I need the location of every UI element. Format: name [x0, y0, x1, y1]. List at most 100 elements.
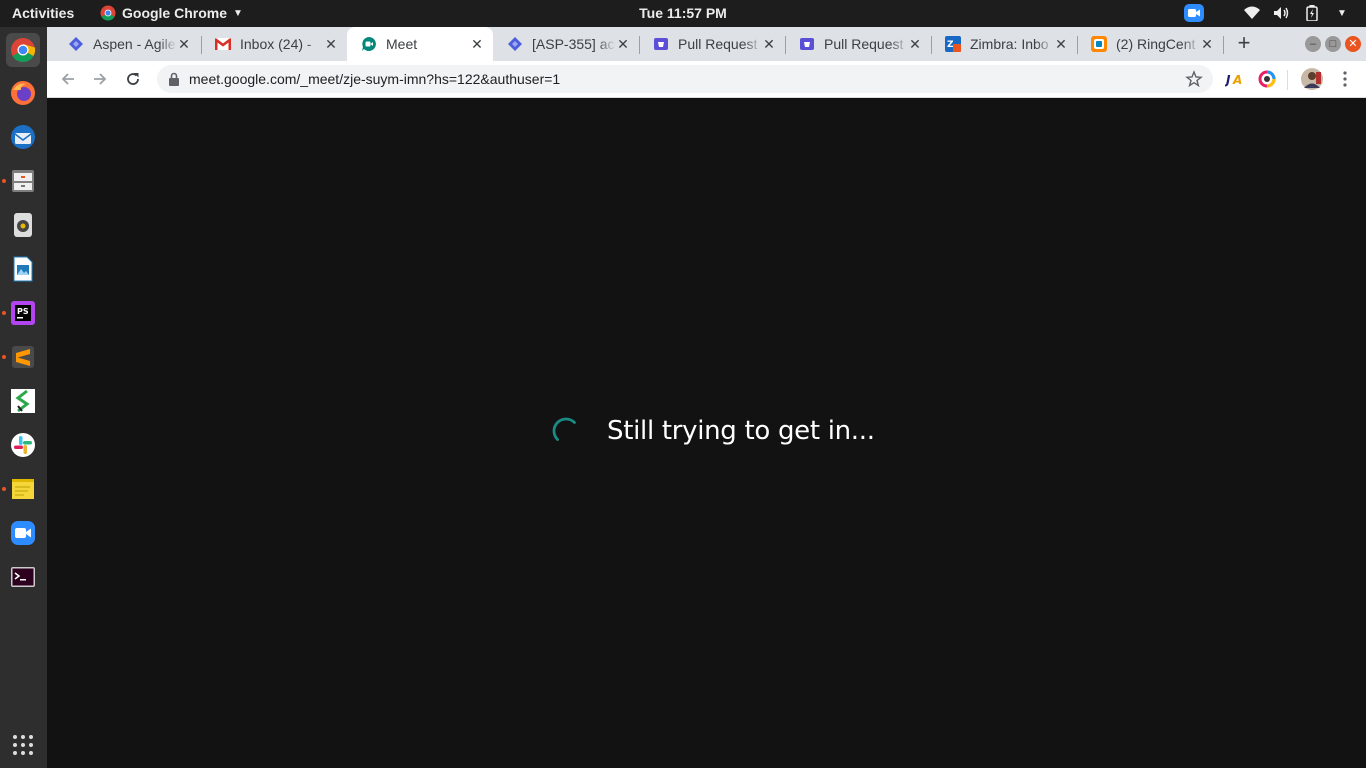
close-icon[interactable]: ✕: [469, 36, 485, 52]
tab-aspen[interactable]: Aspen - Agile ✕: [54, 27, 200, 61]
extension-ja-icon[interactable]: JA: [1223, 67, 1247, 91]
zoom-tray-icon[interactable]: [1184, 3, 1204, 23]
app-logo-icon: [11, 389, 35, 413]
dock-zoom[interactable]: [6, 516, 40, 550]
reload-icon: [127, 73, 139, 85]
close-icon[interactable]: ✕: [1199, 36, 1215, 52]
tab-pull-request-2[interactable]: Pull Request ✕: [785, 27, 931, 61]
dock-thunderbird[interactable]: [6, 120, 40, 154]
document-icon: [13, 256, 33, 282]
zimbra-icon: Z: [945, 36, 961, 52]
jira-icon: [507, 36, 523, 52]
gnome-top-bar: Activities Google Chrome ▼ Tue 11:57 PM …: [0, 0, 1366, 27]
dock-libreoffice-impress[interactable]: [6, 252, 40, 286]
profile-avatar[interactable]: [1300, 67, 1324, 91]
volume-icon[interactable]: [1272, 3, 1292, 23]
dock-app-s[interactable]: [6, 384, 40, 418]
maximize-button[interactable]: □: [1325, 36, 1341, 52]
close-icon[interactable]: ✕: [615, 36, 631, 52]
back-button[interactable]: [56, 67, 80, 91]
tab-pull-request-1[interactable]: Pull Request ✕: [639, 27, 785, 61]
zoom-icon: [11, 521, 35, 545]
address-bar[interactable]: meet.google.com/_meet/zje-suym-imn?hs=12…: [157, 65, 1213, 93]
dock-firefox[interactable]: [6, 76, 40, 110]
tab-title: Meet: [386, 36, 418, 52]
tab-title: Zimbra: Inbo: [970, 36, 1049, 52]
bitbucket-icon: [653, 36, 669, 52]
system-menu-chevron-icon[interactable]: ▼: [1332, 3, 1352, 23]
close-icon[interactable]: ✕: [907, 36, 923, 52]
tab-inbox[interactable]: Inbox (24) - ✕: [201, 27, 347, 61]
app-menu-label: Google Chrome: [122, 5, 228, 21]
forward-button[interactable]: [88, 67, 112, 91]
svg-text:Z: Z: [947, 40, 954, 50]
dock-terminal[interactable]: [6, 560, 40, 594]
sublime-text-icon: [12, 346, 34, 368]
arrow-right-icon: [94, 73, 107, 85]
svg-text:PS: PS: [17, 307, 29, 316]
bitbucket-icon: [799, 36, 815, 52]
ringcentral-icon: [1091, 36, 1107, 52]
arrow-left-icon: [61, 73, 74, 85]
gmail-icon: [215, 36, 231, 52]
tab-strip: Aspen - Agile ✕ Inbox (24) - ✕ Meet ✕ [A…: [47, 27, 1366, 61]
tab-title: (2) RingCent: [1116, 36, 1196, 52]
tab-meet[interactable]: Meet ✕: [347, 27, 493, 61]
close-icon[interactable]: ✕: [176, 36, 192, 52]
more-menu-icon[interactable]: [1333, 67, 1357, 91]
loading-state: Still trying to get in...: [551, 416, 875, 446]
close-window-button[interactable]: ✕: [1345, 36, 1361, 52]
jira-icon: [68, 36, 84, 52]
dock-sublime-text[interactable]: [6, 340, 40, 374]
tab-title: [ASP-355] ac: [532, 36, 615, 52]
thunderbird-icon: [11, 125, 35, 149]
extension-color-ring-icon[interactable]: [1255, 67, 1279, 91]
tab-ringcentral[interactable]: (2) RingCent ✕: [1077, 27, 1223, 61]
chrome-icon: [11, 38, 36, 63]
dock-sticky-notes[interactable]: [6, 472, 40, 506]
reload-button[interactable]: [121, 67, 145, 91]
loading-spinner-icon: [552, 417, 576, 441]
battery-icon[interactable]: [1302, 3, 1322, 23]
system-tray[interactable]: ▼: [1184, 3, 1352, 23]
slack-icon: [11, 433, 35, 457]
status-text: Still trying to get in...: [607, 416, 875, 446]
tab-title: Pull Request: [824, 36, 904, 52]
tab-title: Pull Request: [678, 36, 758, 52]
url-text: meet.google.com/_meet/zje-suym-imn?hs=12…: [189, 71, 561, 87]
dock-rhythmbox[interactable]: [6, 208, 40, 242]
ubuntu-dock: PS: [0, 27, 47, 768]
chevron-down-icon: ▼: [233, 7, 243, 19]
dock-slack[interactable]: [6, 428, 40, 462]
tab-zimbra[interactable]: Z Zimbra: Inbo ✕: [931, 27, 1077, 61]
wifi-icon[interactable]: [1242, 3, 1262, 23]
show-applications-grid-icon[interactable]: [13, 735, 33, 755]
clock[interactable]: Tue 11:57 PM: [639, 5, 727, 21]
minimize-button[interactable]: –: [1305, 36, 1321, 52]
svg-text:A: A: [1232, 73, 1242, 87]
file-cabinet-icon: [12, 170, 34, 192]
new-tab-button[interactable]: +: [1231, 31, 1257, 57]
dock-chrome[interactable]: [6, 33, 40, 67]
firefox-icon: [11, 81, 35, 105]
close-icon[interactable]: ✕: [761, 36, 777, 52]
tab-title: Inbox (24) -: [240, 36, 312, 52]
meet-content: Still trying to get in...: [47, 98, 1366, 768]
phpstorm-icon: PS: [11, 301, 35, 325]
close-icon[interactable]: ✕: [323, 36, 339, 52]
terminal-icon: [11, 567, 35, 587]
tab-asp-355[interactable]: [ASP-355] ac ✕: [493, 27, 639, 61]
browser-toolbar: meet.google.com/_meet/zje-suym-imn?hs=12…: [47, 61, 1366, 98]
lock-icon: [169, 72, 179, 86]
speaker-icon: [14, 213, 32, 237]
activities-button[interactable]: Activities: [12, 5, 74, 21]
star-icon[interactable]: [1185, 70, 1203, 88]
close-icon[interactable]: ✕: [1053, 36, 1069, 52]
sticky-note-icon: [12, 479, 34, 499]
dock-phpstorm[interactable]: PS: [6, 296, 40, 330]
app-menu[interactable]: Google Chrome ▼: [100, 5, 243, 21]
meet-icon: [361, 36, 377, 52]
dock-files[interactable]: [6, 164, 40, 198]
chrome-icon: [100, 5, 116, 21]
tab-title: Aspen - Agile: [93, 36, 176, 52]
